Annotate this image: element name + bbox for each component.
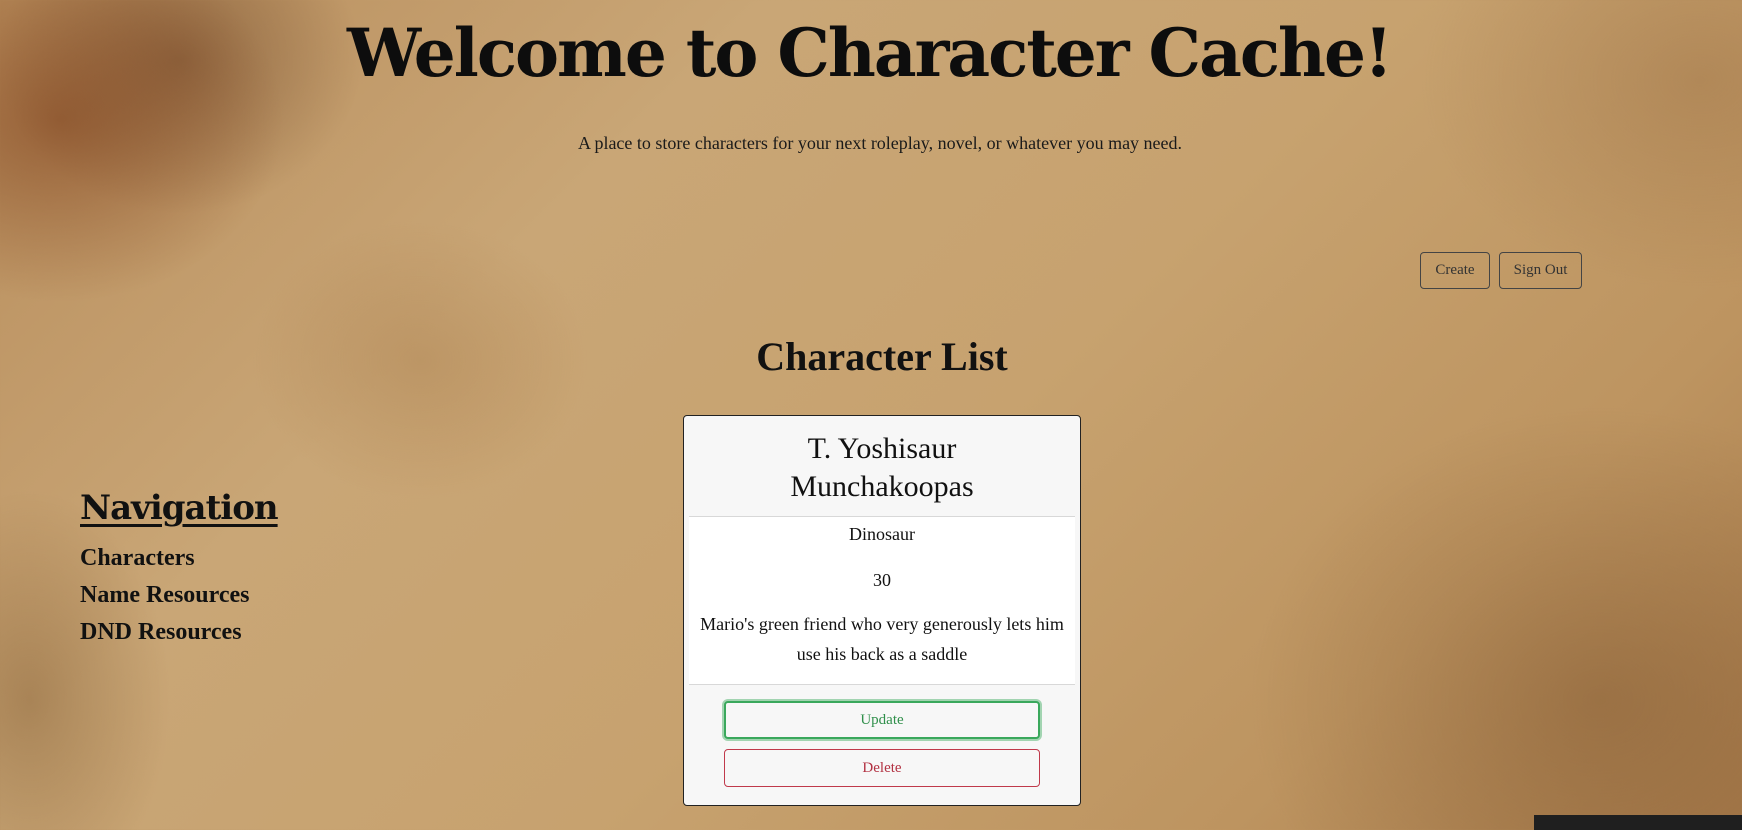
page-title: Welcome to Character Cache! (347, 14, 1393, 92)
character-age: 30 (873, 570, 891, 590)
character-description: Mario's green friend who very generously… (700, 614, 1064, 664)
navigation-heading: Navigation (80, 488, 279, 528)
page-subtitle: A place to store characters for your nex… (577, 133, 1183, 153)
nav-link-characters[interactable]: Characters (80, 540, 278, 577)
create-button[interactable]: Create (1420, 252, 1490, 289)
sign-out-button[interactable]: Sign Out (1499, 252, 1582, 289)
corner-overlay-bar (1534, 815, 1742, 830)
nav-link-dnd-resources[interactable]: DND Resources (80, 614, 278, 651)
character-card-actions: Update Delete (684, 685, 1080, 787)
character-details: Dinosaur 30 Mario's green friend who ver… (689, 517, 1075, 685)
update-button[interactable]: Update (724, 701, 1040, 739)
character-list-title: Character List (756, 334, 1008, 379)
character-species: Dinosaur (849, 524, 915, 544)
character-name: T. Yoshisaur Munchakoopas (689, 416, 1075, 517)
character-name-line2: Munchakoopas (790, 470, 974, 503)
navigation-sidebar: Navigation Characters Name Resources DND… (80, 488, 279, 651)
character-name-line1: T. Yoshisaur (807, 432, 957, 465)
character-card: T. Yoshisaur Munchakoopas Dinosaur 30 Ma… (683, 415, 1081, 806)
nav-link-name-resources[interactable]: Name Resources (80, 577, 278, 614)
delete-button[interactable]: Delete (724, 749, 1040, 787)
